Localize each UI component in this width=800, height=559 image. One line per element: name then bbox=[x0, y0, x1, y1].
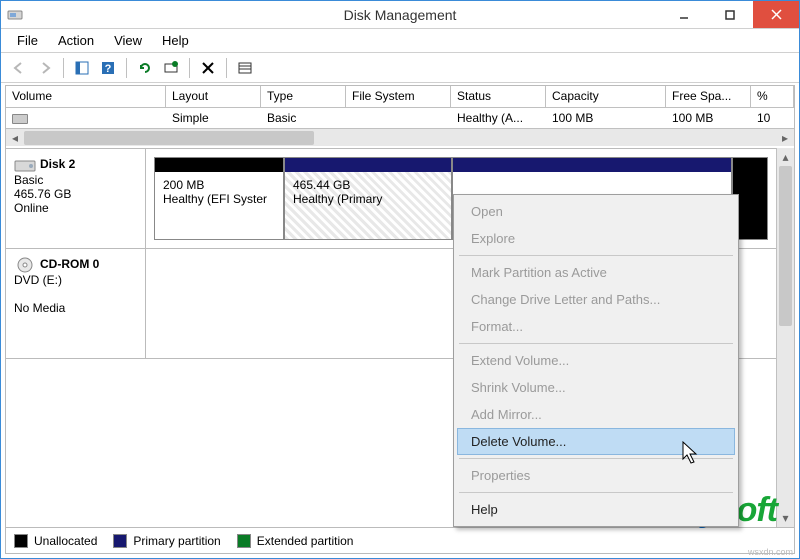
disk-management-window: Disk Management File Action View Help ? … bbox=[0, 0, 800, 559]
menu-item-help[interactable]: Help bbox=[457, 496, 735, 523]
menu-item-add-mirror: Add Mirror... bbox=[457, 401, 735, 428]
col-pct[interactable]: % bbox=[751, 86, 794, 107]
cursor-icon bbox=[682, 441, 702, 467]
svg-text:?: ? bbox=[105, 63, 112, 75]
scroll-thumb[interactable] bbox=[24, 131, 314, 145]
disk-2-info[interactable]: Disk 2 Basic 465.76 GB Online bbox=[6, 149, 146, 248]
rescan-button[interactable] bbox=[159, 56, 183, 80]
menu-help[interactable]: Help bbox=[152, 31, 199, 50]
delete-icon[interactable] bbox=[196, 56, 220, 80]
menu-item-shrink-volume: Shrink Volume... bbox=[457, 374, 735, 401]
menu-separator bbox=[459, 492, 733, 493]
volume-list-hscroll[interactable]: ◂ ▸ bbox=[6, 128, 794, 146]
volume-icon bbox=[12, 114, 28, 124]
app-icon bbox=[7, 7, 23, 23]
menu-item-change-drive-letter-and-paths: Change Drive Letter and Paths... bbox=[457, 286, 735, 313]
disk-icon bbox=[14, 157, 36, 173]
title-bar: Disk Management bbox=[1, 1, 799, 29]
cdrom-info[interactable]: CD-ROM 0 DVD (E:) No Media bbox=[6, 249, 146, 358]
menu-item-extend-volume: Extend Volume... bbox=[457, 347, 735, 374]
partition-primary-selected[interactable]: 465.44 GB Healthy (Primary bbox=[284, 157, 452, 240]
partition-context-menu: OpenExplore Mark Partition as ActiveChang… bbox=[453, 194, 739, 527]
graphical-vscroll[interactable]: ▴ ▾ bbox=[776, 148, 794, 527]
window-title: Disk Management bbox=[344, 7, 457, 23]
col-volume[interactable]: Volume bbox=[6, 86, 166, 107]
help-button[interactable]: ? bbox=[96, 56, 120, 80]
legend-bar: Unallocated Primary partition Extended p… bbox=[6, 527, 794, 553]
wsx-label: wsxdn.com bbox=[748, 547, 793, 557]
volume-list-header: Volume Layout Type File System Status Ca… bbox=[6, 86, 794, 108]
col-layout[interactable]: Layout bbox=[166, 86, 261, 107]
list-view-button[interactable] bbox=[233, 56, 257, 80]
scroll-down-icon[interactable]: ▾ bbox=[777, 509, 794, 527]
scroll-up-icon[interactable]: ▴ bbox=[777, 148, 794, 166]
col-status[interactable]: Status bbox=[451, 86, 546, 107]
back-button bbox=[7, 56, 31, 80]
menu-file[interactable]: File bbox=[7, 31, 48, 50]
menu-separator bbox=[459, 255, 733, 256]
menu-item-format: Format... bbox=[457, 313, 735, 340]
col-capacity[interactable]: Capacity bbox=[546, 86, 666, 107]
vscroll-thumb[interactable] bbox=[779, 166, 792, 326]
scroll-right-icon[interactable]: ▸ bbox=[776, 129, 794, 147]
menu-item-mark-partition-as-active: Mark Partition as Active bbox=[457, 259, 735, 286]
legend-extended-swatch bbox=[237, 534, 251, 548]
legend-unallocated-swatch bbox=[14, 534, 28, 548]
col-filesystem[interactable]: File System bbox=[346, 86, 451, 107]
close-button[interactable] bbox=[753, 1, 799, 28]
partition-efi[interactable]: 200 MB Healthy (EFI Syster bbox=[154, 157, 284, 240]
col-free[interactable]: Free Spa... bbox=[666, 86, 751, 107]
col-type[interactable]: Type bbox=[261, 86, 346, 107]
menu-view[interactable]: View bbox=[104, 31, 152, 50]
toolbar: ? bbox=[1, 53, 799, 83]
minimize-button[interactable] bbox=[661, 1, 707, 28]
scroll-left-icon[interactable]: ◂ bbox=[6, 129, 24, 147]
menu-item-open: Open bbox=[457, 198, 735, 225]
menu-action[interactable]: Action bbox=[48, 31, 104, 50]
menu-item-explore: Explore bbox=[457, 225, 735, 252]
volume-row[interactable]: Simple Basic Healthy (A... 100 MB 100 MB… bbox=[6, 108, 794, 128]
cdrom-icon bbox=[14, 257, 36, 273]
show-hide-button[interactable] bbox=[70, 56, 94, 80]
maximize-button[interactable] bbox=[707, 1, 753, 28]
menu-bar: File Action View Help bbox=[1, 29, 799, 53]
refresh-button[interactable] bbox=[133, 56, 157, 80]
forward-button bbox=[33, 56, 57, 80]
legend-primary-swatch bbox=[113, 534, 127, 548]
menu-separator bbox=[459, 343, 733, 344]
